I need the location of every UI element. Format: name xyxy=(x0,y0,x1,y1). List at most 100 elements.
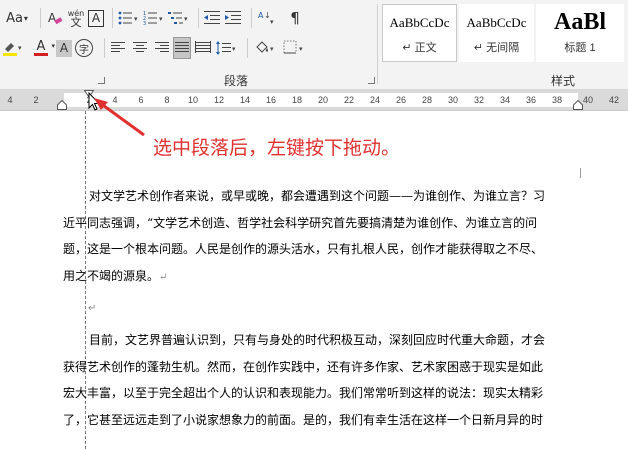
sort-button[interactable]: A ↓ ▾ xyxy=(257,7,283,29)
styles-group-label: 样式 xyxy=(551,74,576,88)
chevron-down-icon: ▾ xyxy=(51,42,55,50)
ruler-tick: 2 xyxy=(33,95,39,105)
enclose-characters-label: 字 xyxy=(79,44,89,56)
bullet-list-icon: ▾ xyxy=(118,11,138,25)
style-normal-preview: AaBbCcDc xyxy=(389,15,450,30)
text-line: 了，它甚至远远走到了小说家想象力的前面。是的，我们有幸生活在这样一个日新月异的时 xyxy=(63,412,544,427)
decrease-indent-icon xyxy=(204,11,220,24)
instruction-annotation: 选中段落后，左键按下拖动。 xyxy=(153,137,401,159)
svg-text:▾: ▾ xyxy=(270,45,274,53)
align-center-button[interactable] xyxy=(131,37,149,59)
text-line: 获得艺术创作的蓬勃生机。然而，在创作实践中，还有许多作家、艺术家困惑于现实是如此 xyxy=(63,359,544,374)
enclose-characters-button[interactable]: 字 xyxy=(75,39,93,57)
svg-text:▾: ▾ xyxy=(232,45,236,53)
svg-text:▾: ▾ xyxy=(134,15,138,23)
svg-text:▾: ▾ xyxy=(299,45,303,53)
svg-text:▾: ▾ xyxy=(270,18,274,26)
text-line: 目前，文艺界普遍认识到，只有与身处的时代积极互动，深刻回应时代重大命题，才会 xyxy=(89,333,546,347)
paragraph-group-label: 段落 xyxy=(224,74,249,88)
shading-button[interactable]: ▾ xyxy=(253,37,279,59)
ruler-tick: 14 xyxy=(239,95,251,105)
ruler-tick: 12 xyxy=(213,95,225,105)
character-border-label: A xyxy=(91,11,101,25)
distributed-button[interactable] xyxy=(194,37,212,59)
svg-text:▾: ▾ xyxy=(184,15,188,23)
ruler-tick: 32 xyxy=(473,95,485,105)
ruler-tick: 42 xyxy=(608,95,620,105)
decrease-indent-button[interactable] xyxy=(204,7,222,29)
show-hide-marks-button[interactable]: ¶ xyxy=(286,7,304,29)
font-color-swatch xyxy=(34,53,48,56)
increase-indent-icon xyxy=(225,11,241,24)
bullets-button[interactable]: ▾ xyxy=(118,7,140,29)
arrow-pointer-icon xyxy=(94,98,145,137)
ruler-tick: 34 xyxy=(499,95,511,105)
svg-text:3: 3 xyxy=(143,21,146,26)
font-color-button[interactable]: A ▾ xyxy=(29,37,55,59)
style-no-spacing[interactable]: AaBbCcDc ↵ 无间隔 xyxy=(459,4,534,62)
line-spacing-button[interactable]: ▾ xyxy=(215,37,239,59)
text-line-last: 用之不竭的源泉。↵ xyxy=(63,263,583,292)
ruler-tick: 30 xyxy=(447,95,459,105)
ribbon: Aa ▾ A wén 文 A ▾ 1 2 3 ▾ ▾ A ↓ ▾ ¶ ▾ A ▾… xyxy=(0,0,628,90)
style-normal-name: ↵ 正文 xyxy=(402,42,437,54)
align-left-icon xyxy=(111,42,125,52)
style-normal[interactable]: AaBbCcDc ↵ 正文 xyxy=(382,4,457,62)
hanging-indent-marker[interactable] xyxy=(57,100,67,110)
group-separator xyxy=(377,4,378,84)
right-indent-marker[interactable] xyxy=(573,100,583,110)
ruler-tick: 36 xyxy=(525,95,537,105)
ruler-tick: 38 xyxy=(551,95,563,105)
ribbon-row-2: ▾ A ▾ A 字 ▾ ▾ ▾ xyxy=(2,36,311,60)
styles-gallery: AaBbCcDc ↵ 正文 AaBbCcDc ↵ 无间隔 AaBl 标题 1 xyxy=(382,4,628,62)
phonetic-guide-button[interactable]: wén 文 xyxy=(67,7,85,29)
svg-text:▾: ▾ xyxy=(18,44,22,52)
paragraph-mark-icon: ¶ xyxy=(290,9,300,27)
increase-indent-button[interactable] xyxy=(225,7,243,29)
text-line: 用之不竭的源泉。 xyxy=(63,268,160,283)
multilevel-list-icon: ▾ xyxy=(168,12,188,24)
multilevel-list-button[interactable]: ▾ xyxy=(168,7,190,29)
paragraph-dialog-launcher[interactable] xyxy=(368,77,375,84)
chevron-down-icon: ▾ xyxy=(23,13,28,23)
paragraph-1[interactable]: 对文学艺术创作者来说，或早或晚，都会遭遇到这个问题——为谁创作、为谁立言？习 近… xyxy=(63,183,583,291)
style-no-spacing-preview: AaBbCcDc xyxy=(466,15,527,30)
style-heading-1-name: 标题 1 xyxy=(564,42,596,54)
paint-bucket-icon: ▾ xyxy=(256,41,274,53)
character-border-button[interactable]: A xyxy=(88,9,104,27)
change-case-button[interactable]: Aa ▾ xyxy=(2,7,32,29)
change-case-label: Aa xyxy=(6,10,23,26)
ruler-tick: 24 xyxy=(369,95,381,105)
align-right-button[interactable] xyxy=(152,37,170,59)
character-shading-button[interactable]: A xyxy=(56,39,72,57)
style-heading-1[interactable]: AaBl 标题 1 xyxy=(536,4,624,62)
paragraph-mark-icon: ↵ xyxy=(159,271,168,283)
borders-button[interactable]: ▾ xyxy=(282,37,308,59)
align-left-button[interactable] xyxy=(110,37,128,59)
clear-formatting-button[interactable]: A xyxy=(46,7,64,29)
text-line: 宏大丰富，以至于完全超出个人的认识和表现能力。我们常常听到这样的说法：现实太精彩 xyxy=(63,386,544,400)
justify-button[interactable] xyxy=(173,37,191,59)
justify-icon xyxy=(175,42,189,52)
highlight-button[interactable]: ▾ xyxy=(2,37,26,59)
ruler-tick: 10 xyxy=(187,95,199,105)
text-line: 近平同志强调，“文学艺术创造、哲学社会科学研究首先要搞清楚为谁创作、为谁立言的问 xyxy=(63,215,538,230)
distributed-icon xyxy=(195,41,211,53)
font-color-label: A xyxy=(36,39,46,54)
text-line: 对文学艺术创作者来说，或早或晚，都会遭遇到这个问题——为谁创作、为谁立言？习 xyxy=(89,189,546,203)
line-spacing-icon: ▾ xyxy=(216,41,236,55)
phonetic-char-icon: 文 xyxy=(70,16,82,29)
ruler-tick: 8 xyxy=(164,95,170,105)
style-heading-1-preview: AaBl xyxy=(553,9,606,35)
highlighter-icon: ▾ xyxy=(3,43,22,56)
paragraph-2[interactable]: 目前，文艺界普遍认识到，只有与身处的时代积极互动，深刻回应时代重大命题，才会 获… xyxy=(63,327,583,433)
ruler-tick: 18 xyxy=(291,95,303,105)
eraser-icon: A xyxy=(48,11,63,25)
align-center-icon xyxy=(133,42,147,52)
font-dialog-launcher[interactable] xyxy=(98,77,105,84)
ruler-tick: 40 xyxy=(582,95,594,105)
ruler-tick: 4 xyxy=(7,95,13,105)
margin-corner-mark xyxy=(50,168,60,178)
empty-paragraph-mark-icon: ↵ xyxy=(88,303,97,314)
numbering-button[interactable]: 1 2 3 ▾ xyxy=(143,7,165,29)
